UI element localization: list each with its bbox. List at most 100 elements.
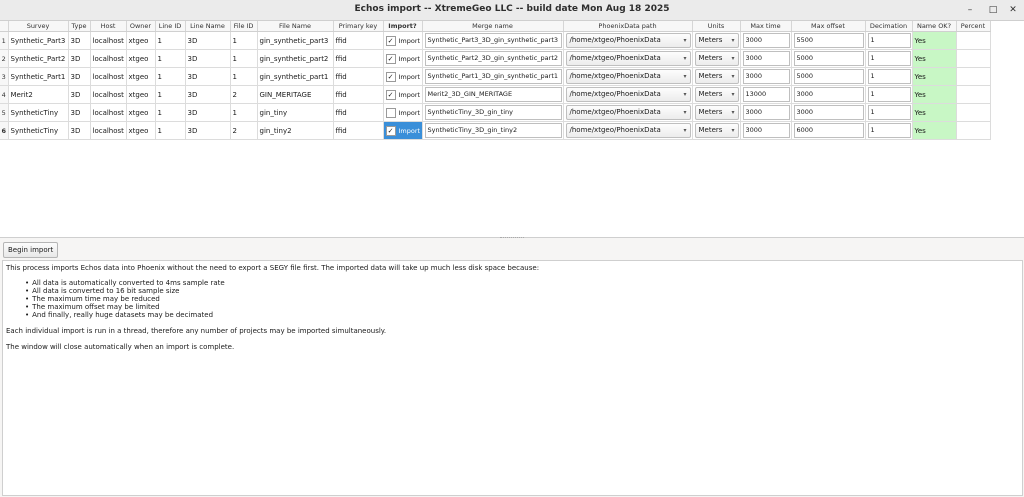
cell-import[interactable]: ✓Import — [383, 31, 423, 50]
column-header[interactable]: Host — [90, 21, 127, 32]
cell-merge-name[interactable]: Merit2_3D_GIN_MERITAGE — [422, 85, 564, 104]
units-dropdown[interactable]: Meters ▾ — [694, 123, 739, 138]
decimation-field[interactable]: 1 — [867, 105, 911, 120]
merge-name-field[interactable]: SyntheticTiny_3D_gin_tiny2 — [424, 123, 562, 138]
column-header[interactable]: Owner — [126, 21, 156, 32]
max-time-field[interactable]: 13000 — [742, 87, 790, 102]
import-table-area[interactable]: Survey Type Host Owner Line ID Line Name… — [0, 21, 1024, 238]
merge-name-field[interactable]: Synthetic_Part3_3D_gin_synthetic_part3 — [424, 33, 562, 48]
merge-name-field[interactable]: SyntheticTiny_3D_gin_tiny — [424, 105, 562, 120]
import-checkbox[interactable]: ✓ — [385, 53, 396, 64]
column-header[interactable]: Max offset — [791, 21, 866, 32]
row-number[interactable]: 4 — [0, 85, 9, 104]
cell-decimation[interactable]: 1 — [865, 67, 913, 86]
cell-path[interactable]: /home/xtgeo/PhoenixData ▾ — [563, 103, 693, 122]
cell-merge-name[interactable]: SyntheticTiny_3D_gin_tiny — [422, 103, 564, 122]
max-offset-field[interactable]: 3000 — [793, 105, 864, 120]
cell-path[interactable]: /home/xtgeo/PhoenixData ▾ — [563, 85, 693, 104]
max-time-field[interactable]: 3000 — [742, 51, 790, 66]
column-header[interactable]: Merge name — [422, 21, 564, 32]
path-dropdown[interactable]: /home/xtgeo/PhoenixData ▾ — [565, 87, 691, 102]
cell-max-time[interactable]: 3000 — [740, 49, 792, 68]
column-header[interactable]: Primary key — [333, 21, 384, 32]
cell-decimation[interactable]: 1 — [865, 121, 913, 140]
merge-name-field[interactable]: Merit2_3D_GIN_MERITAGE — [424, 87, 562, 102]
maximize-icon[interactable]: □ — [986, 4, 1000, 16]
cell-path[interactable]: /home/xtgeo/PhoenixData ▾ — [563, 31, 693, 50]
max-offset-field[interactable]: 5500 — [793, 33, 864, 48]
column-header[interactable]: File ID — [230, 21, 258, 32]
column-header[interactable]: Survey — [8, 21, 69, 32]
max-time-field[interactable]: 3000 — [742, 69, 790, 84]
merge-name-field[interactable]: Synthetic_Part1_3D_gin_synthetic_part1 — [424, 69, 562, 84]
cell-path[interactable]: /home/xtgeo/PhoenixData ▾ — [563, 67, 693, 86]
import-checkbox[interactable]: ✓ — [385, 35, 396, 46]
row-number[interactable]: 5 — [0, 103, 9, 122]
path-dropdown[interactable]: /home/xtgeo/PhoenixData ▾ — [565, 105, 691, 120]
row-number[interactable]: 3 — [0, 67, 9, 86]
table-row[interactable]: 3 Synthetic_Part1 3D localhost xtgeo 1 3D 1 gin_… — [0, 67, 991, 86]
cell-decimation[interactable]: 1 — [865, 31, 913, 50]
begin-import-button[interactable]: Begin import — [3, 242, 59, 258]
path-dropdown[interactable]: /home/xtgeo/PhoenixData ▾ — [565, 51, 691, 66]
units-dropdown[interactable]: Meters ▾ — [694, 69, 739, 84]
column-header[interactable]: Line Name — [185, 21, 231, 32]
close-icon[interactable]: ✕ — [1006, 4, 1020, 16]
cell-max-time[interactable]: 3000 — [740, 121, 792, 140]
units-dropdown[interactable]: Meters ▾ — [694, 87, 739, 102]
cell-units[interactable]: Meters ▾ — [692, 103, 741, 122]
cell-path[interactable]: /home/xtgeo/PhoenixData ▾ — [563, 121, 693, 140]
cell-import[interactable]: ✓Import — [383, 67, 423, 86]
row-number[interactable]: 6 — [0, 121, 9, 140]
cell-max-time[interactable]: 13000 — [740, 85, 792, 104]
column-header[interactable]: Name OK? — [912, 21, 957, 32]
decimation-field[interactable]: 1 — [867, 69, 911, 84]
column-header[interactable]: File Name — [257, 21, 334, 32]
units-dropdown[interactable]: Meters ▾ — [694, 33, 739, 48]
table-row[interactable]: 4 Merit2 3D localhost xtgeo 1 3D 2 GIN_MERITAGE f… — [0, 85, 991, 104]
cell-max-time[interactable]: 3000 — [740, 31, 792, 50]
cell-max-offset[interactable]: 5000 — [791, 67, 866, 86]
import-checkbox[interactable]: ✓ — [385, 89, 396, 100]
cell-max-offset[interactable]: 3000 — [791, 103, 866, 122]
decimation-field[interactable]: 1 — [867, 123, 911, 138]
decimation-field[interactable]: 1 — [867, 87, 911, 102]
units-dropdown[interactable]: Meters ▾ — [694, 51, 739, 66]
merge-name-field[interactable]: Synthetic_Part2_3D_gin_synthetic_part2 — [424, 51, 562, 66]
cell-import[interactable]: ✓Import — [383, 85, 423, 104]
cell-max-offset[interactable]: 5000 — [791, 49, 866, 68]
cell-import[interactable]: ✓Import — [383, 121, 423, 140]
cell-max-time[interactable]: 3000 — [740, 67, 792, 86]
column-header[interactable]: PhoenixData path — [563, 21, 693, 32]
cell-units[interactable]: Meters ▾ — [692, 31, 741, 50]
path-dropdown[interactable]: /home/xtgeo/PhoenixData ▾ — [565, 33, 691, 48]
cell-units[interactable]: Meters ▾ — [692, 121, 741, 140]
row-number[interactable]: 1 — [0, 31, 9, 50]
column-header[interactable]: Type — [68, 21, 91, 32]
path-dropdown[interactable]: /home/xtgeo/PhoenixData ▾ — [565, 69, 691, 84]
cell-units[interactable]: Meters ▾ — [692, 85, 741, 104]
max-time-field[interactable]: 3000 — [742, 123, 790, 138]
import-checkbox[interactable]: ✓ — [385, 71, 396, 82]
cell-decimation[interactable]: 1 — [865, 85, 913, 104]
cell-max-offset[interactable]: 6000 — [791, 121, 866, 140]
import-checkbox[interactable]: ✓ — [385, 125, 396, 136]
cell-units[interactable]: Meters ▾ — [692, 67, 741, 86]
table-row[interactable]: 6 SyntheticTiny 3D localhost xtgeo 1 3D 2 gin_ti… — [0, 121, 991, 140]
import-checkbox[interactable]: ✓ — [385, 107, 396, 118]
cell-decimation[interactable]: 1 — [865, 49, 913, 68]
max-time-field[interactable]: 3000 — [742, 33, 790, 48]
column-header[interactable]: Max time — [740, 21, 792, 32]
max-offset-field[interactable]: 6000 — [793, 123, 864, 138]
splitter-handle[interactable] — [500, 237, 524, 239]
cell-decimation[interactable]: 1 — [865, 103, 913, 122]
minimize-icon[interactable]: – — [963, 4, 977, 16]
cell-merge-name[interactable]: Synthetic_Part3_3D_gin_synthetic_part3 — [422, 31, 564, 50]
cell-merge-name[interactable]: Synthetic_Part2_3D_gin_synthetic_part2 — [422, 49, 564, 68]
cell-max-offset[interactable]: 3000 — [791, 85, 866, 104]
column-header[interactable]: Line ID — [155, 21, 186, 32]
decimation-field[interactable]: 1 — [867, 51, 911, 66]
decimation-field[interactable]: 1 — [867, 33, 911, 48]
cell-units[interactable]: Meters ▾ — [692, 49, 741, 68]
cell-import[interactable]: ✓Import — [383, 49, 423, 68]
